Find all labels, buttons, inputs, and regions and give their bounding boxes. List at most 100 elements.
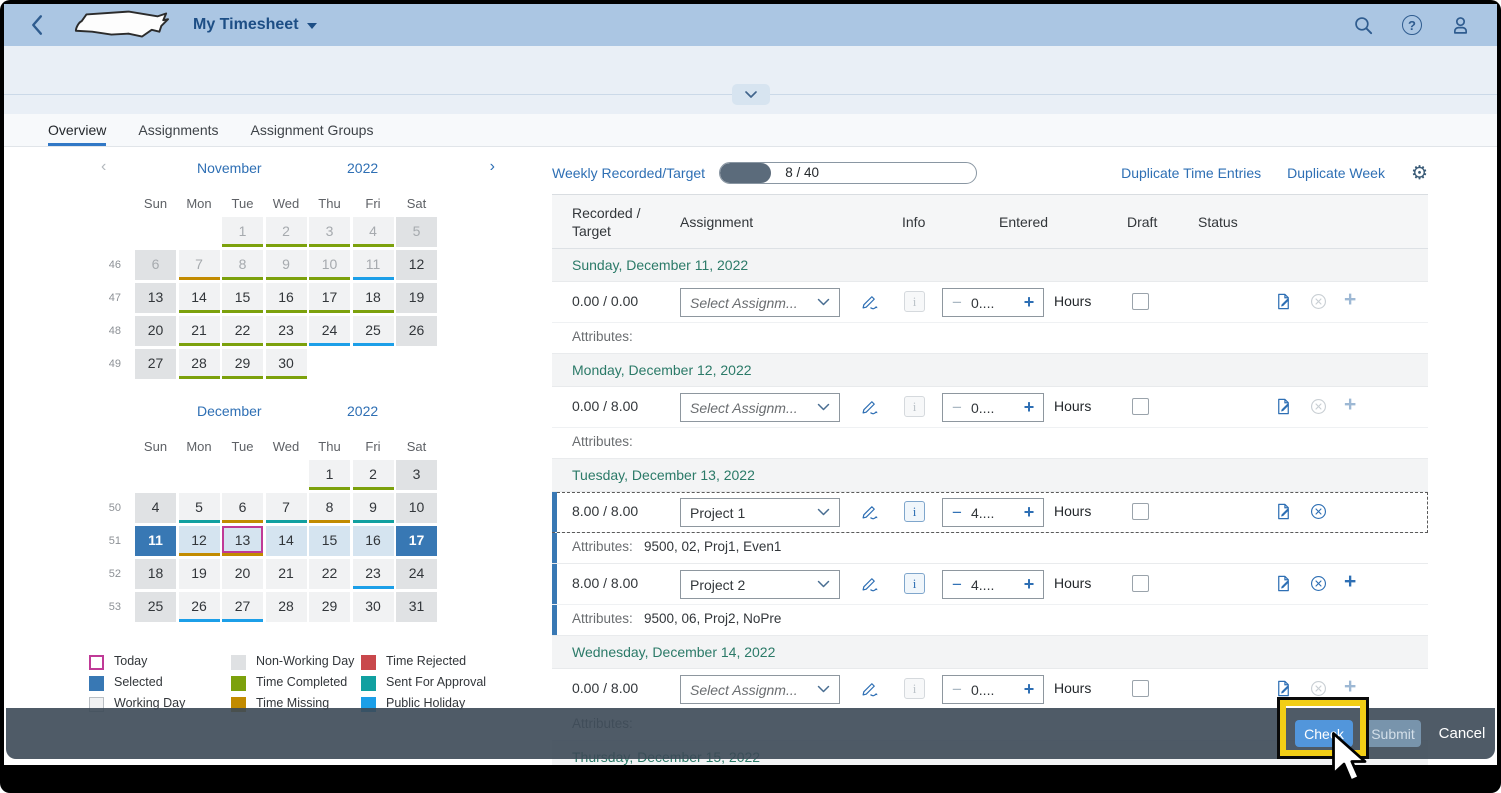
hours-value[interactable]: 0.... [971, 295, 1015, 311]
calendar-day[interactable]: 10 [309, 250, 350, 280]
duplicate-week-link[interactable]: Duplicate Week [1287, 165, 1385, 181]
calendar-day[interactable]: 23 [266, 316, 307, 346]
draft-checkbox[interactable] [1132, 398, 1149, 415]
calendar-day[interactable]: 19 [396, 283, 437, 313]
hours-stepper[interactable]: −4....+ [942, 570, 1044, 599]
info-icon[interactable]: i [904, 573, 925, 594]
calendar-day[interactable]: 27 [222, 592, 263, 622]
calendar-day[interactable]: 8 [222, 250, 263, 280]
increase-hours-button[interactable]: + [1015, 502, 1043, 523]
cancel-entry-icon[interactable] [1309, 574, 1328, 598]
hours-value[interactable]: 0.... [971, 400, 1015, 416]
add-entry-icon[interactable]: + [1344, 394, 1356, 415]
add-entry-icon[interactable]: + [1344, 289, 1356, 310]
increase-hours-button[interactable]: + [1015, 292, 1043, 313]
calendar-day[interactable]: 20 [222, 559, 263, 589]
calendar-day[interactable]: 9 [353, 493, 394, 523]
duplicate-time-entries-link[interactable]: Duplicate Time Entries [1121, 165, 1261, 181]
calendar-day[interactable]: 16 [353, 526, 394, 556]
calendar-day[interactable]: 23 [353, 559, 394, 589]
calendar-day[interactable]: 24 [396, 559, 437, 589]
hours-stepper[interactable]: −0....+ [942, 288, 1044, 317]
calendar-day[interactable]: 30 [266, 349, 307, 379]
calendar-day[interactable]: 29 [222, 349, 263, 379]
calendar-day[interactable]: 5 [396, 217, 437, 247]
calendar-day[interactable]: 29 [309, 592, 350, 622]
assignment-select[interactable]: Select Assignm... [680, 675, 840, 704]
decrease-hours-button[interactable]: − [943, 575, 971, 595]
cancel-entry-icon[interactable] [1309, 679, 1328, 703]
calendar-day[interactable]: 2 [353, 460, 394, 490]
calendar-day[interactable]: 12 [179, 526, 220, 556]
draft-checkbox[interactable] [1132, 575, 1149, 592]
submit-button[interactable]: Submit [1365, 720, 1421, 747]
calendar-day[interactable]: 11 [353, 250, 394, 280]
tab-assignment-groups[interactable]: Assignment Groups [251, 114, 374, 146]
info-icon[interactable]: i [904, 396, 925, 417]
calendar-day[interactable]: 13 [135, 283, 176, 313]
calendar-day[interactable]: 27 [135, 349, 176, 379]
calendar-day[interactable]: 21 [179, 316, 220, 346]
calendar-day[interactable]: 26 [179, 592, 220, 622]
calendar-day[interactable]: 10 [396, 493, 437, 523]
calendar-day[interactable]: 7 [179, 250, 220, 280]
calendar-day[interactable]: 3 [396, 460, 437, 490]
edit-note-icon[interactable] [1274, 292, 1293, 316]
calendar-day[interactable]: 25 [353, 316, 394, 346]
calendar-day[interactable]: 1 [309, 460, 350, 490]
assignment-select[interactable]: Project 1 [680, 498, 840, 527]
calendar-next-icon[interactable]: › [490, 158, 495, 176]
calendar-day[interactable]: 1 [222, 217, 263, 247]
decrease-hours-button[interactable]: − [943, 503, 971, 523]
calendar-day[interactable]: 6 [135, 250, 176, 280]
calendar-day[interactable]: 26 [396, 316, 437, 346]
calendar-day[interactable]: 9 [266, 250, 307, 280]
info-icon[interactable]: i [904, 501, 925, 522]
tab-assignments[interactable]: Assignments [138, 114, 218, 146]
calendar-day[interactable]: 17 [396, 526, 437, 556]
calendar-day[interactable]: 14 [266, 526, 307, 556]
hours-stepper[interactable]: −4....+ [942, 498, 1044, 527]
calendar-day[interactable]: 30 [353, 592, 394, 622]
calendar-day[interactable]: 15 [309, 526, 350, 556]
calendar-day[interactable]: 2 [266, 217, 307, 247]
calendar-day[interactable]: 16 [266, 283, 307, 313]
increase-hours-button[interactable]: + [1015, 397, 1043, 418]
calendar-day[interactable]: 5 [179, 493, 220, 523]
back-icon[interactable] [30, 14, 43, 36]
calendar-prev-icon[interactable]: ‹ [101, 158, 106, 176]
calendar-day[interactable]: 12 [396, 250, 437, 280]
calendar-day[interactable]: 24 [309, 316, 350, 346]
hours-value[interactable]: 0.... [971, 682, 1015, 698]
sign-icon[interactable] [860, 292, 879, 316]
collapse-header-button[interactable] [732, 84, 770, 105]
add-entry-icon[interactable]: + [1344, 676, 1356, 697]
cancel-entry-icon[interactable] [1309, 502, 1328, 526]
assignment-select[interactable]: Select Assignm... [680, 393, 840, 422]
calendar-day[interactable]: 14 [179, 283, 220, 313]
draft-checkbox[interactable] [1132, 293, 1149, 310]
info-icon[interactable]: i [904, 291, 925, 312]
hours-stepper[interactable]: −0....+ [942, 393, 1044, 422]
calendar-day[interactable]: 22 [309, 559, 350, 589]
increase-hours-button[interactable]: + [1015, 679, 1043, 700]
check-button[interactable]: Check [1295, 720, 1353, 747]
edit-note-icon[interactable] [1274, 574, 1293, 598]
calendar-day[interactable]: 11 [135, 526, 176, 556]
calendar-day[interactable]: 6 [222, 493, 263, 523]
calendar-day[interactable]: 31 [396, 592, 437, 622]
increase-hours-button[interactable]: + [1015, 574, 1043, 595]
calendar-day[interactable]: 19 [179, 559, 220, 589]
help-icon[interactable]: ? [1402, 15, 1422, 35]
assignment-select[interactable]: Select Assignm... [680, 288, 840, 317]
decrease-hours-button[interactable]: − [943, 293, 971, 313]
decrease-hours-button[interactable]: − [943, 680, 971, 700]
calendar-day[interactable]: 7 [266, 493, 307, 523]
search-icon[interactable] [1353, 15, 1374, 36]
calendar-day[interactable]: 8 [309, 493, 350, 523]
calendar-day[interactable]: 15 [222, 283, 263, 313]
edit-note-icon[interactable] [1274, 679, 1293, 703]
weekly-recorded-target-link[interactable]: Weekly Recorded/Target [552, 165, 705, 181]
calendar-day[interactable]: 28 [179, 349, 220, 379]
calendar-day[interactable]: 3 [309, 217, 350, 247]
